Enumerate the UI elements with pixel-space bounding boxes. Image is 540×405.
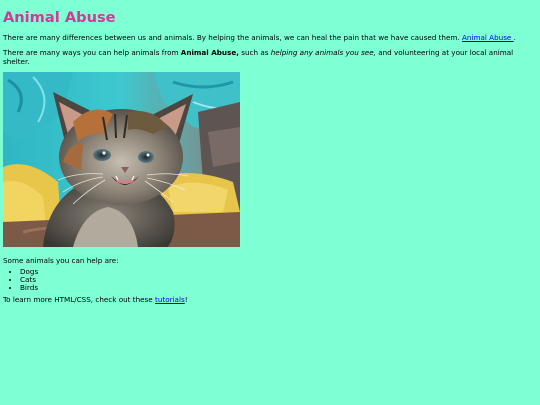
page-content: Animal Abuse There are many differences … (0, 0, 540, 304)
animal-list: Dogs Cats Birds (3, 268, 537, 292)
ways-prefix: There are many ways you can help animals… (3, 48, 181, 57)
page-title: Animal Abuse (3, 9, 116, 26)
ways-middle: such as (238, 48, 271, 57)
animal-abuse-link[interactable]: Animal Abuse (462, 33, 514, 42)
kitten-photo (3, 72, 240, 247)
list-item-cats: Cats (20, 276, 537, 284)
intro-paragraph: There are many differences between us an… (3, 33, 516, 42)
ways-paragraph: There are many ways you can help animals… (3, 48, 537, 66)
list-intro: Some animals you can help are: (3, 256, 119, 265)
tutorials-link[interactable]: tutorials (155, 295, 185, 304)
outro-suffix: ! (184, 295, 188, 304)
outro-paragraph: To learn more HTML/CSS, check out these … (3, 295, 537, 304)
outro-prefix: To learn more HTML/CSS, check out these (3, 295, 156, 304)
intro-text: There are many differences between us an… (3, 33, 462, 42)
list-item-dogs: Dogs (20, 268, 537, 276)
ways-italic: helping any animals you see, (270, 48, 376, 57)
ways-bold: Animal Abuse, (180, 48, 239, 57)
list-item-birds: Birds (20, 284, 537, 292)
